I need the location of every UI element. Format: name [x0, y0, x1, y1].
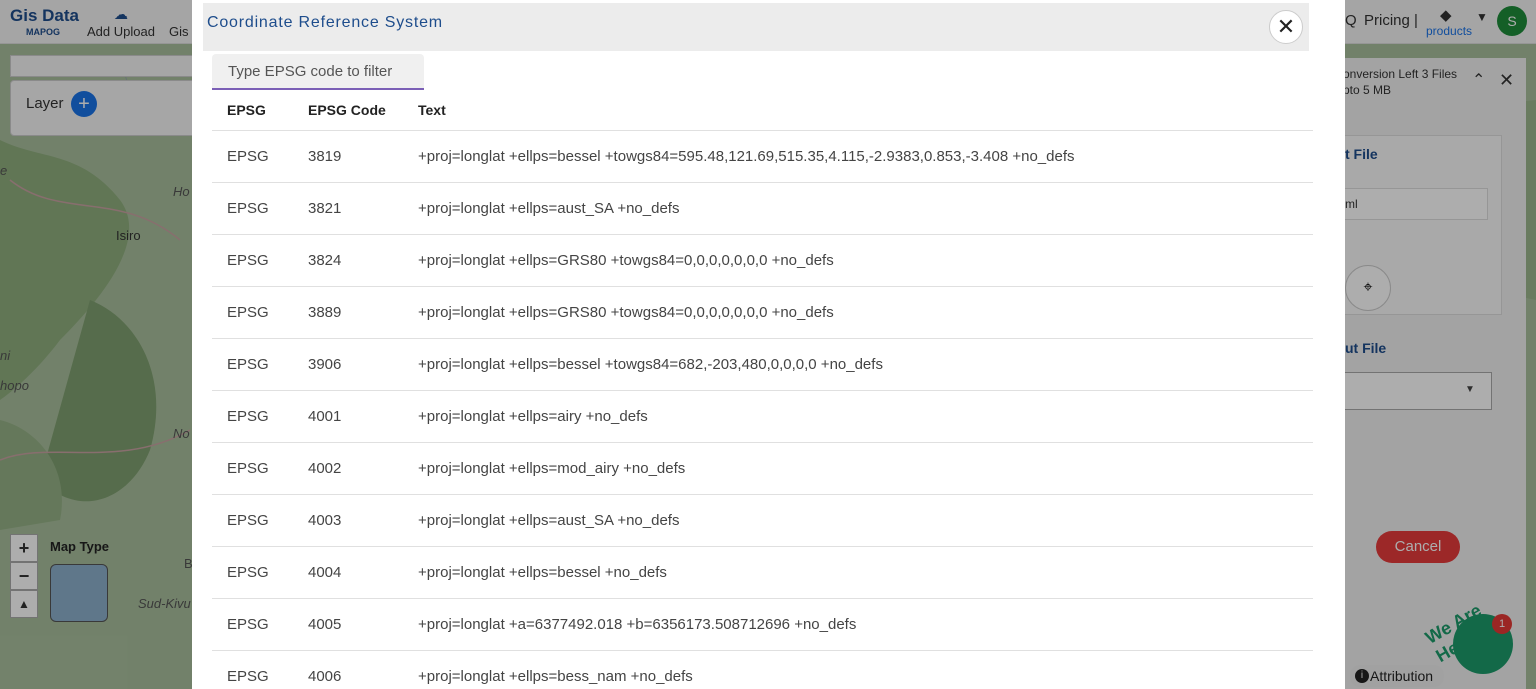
table-row[interactable]: EPSG 3824 +proj=longlat +ellps=GRS80 +towg…: [212, 234, 1313, 287]
table-row[interactable]: EPSG 4001 +proj=longlat +ellps=airy +no_de…: [212, 390, 1313, 443]
cell-epsg-code: 4004: [293, 546, 418, 599]
cell-epsg: EPSG: [212, 442, 293, 495]
cell-epsg-code: 4006: [293, 650, 418, 689]
table-row[interactable]: EPSG 4002 +proj=longlat +ellps=mod_airy +n…: [212, 442, 1313, 495]
table-row[interactable]: EPSG 3821 +proj=longlat +ellps=aust_SA +no…: [212, 182, 1313, 235]
cell-epsg-code: 3906: [293, 338, 418, 391]
modal-title: Coordinate Reference System: [207, 14, 443, 31]
table-row[interactable]: EPSG 3889 +proj=longlat +ellps=GRS80 +towg…: [212, 286, 1313, 339]
crs-table: EPSG EPSG Code Text EPSG 3819 +proj=longla…: [212, 90, 1313, 689]
cell-epsg-code: 4002: [293, 442, 418, 495]
cell-epsg-code: 3821: [293, 182, 418, 235]
table-row[interactable]: EPSG 4004 +proj=longlat +ellps=bessel +no_…: [212, 546, 1313, 599]
modal-header: Coordinate Reference System ✕: [203, 3, 1309, 51]
cell-epsg-code: 4001: [293, 390, 418, 443]
column-header-epsg-code[interactable]: EPSG Code: [293, 90, 418, 131]
cell-proj-text: +proj=longlat +ellps=bessel +towgs84=595…: [418, 130, 1313, 183]
cell-epsg: EPSG: [212, 546, 293, 599]
epsg-filter-input[interactable]: [212, 54, 424, 90]
cell-epsg: EPSG: [212, 338, 293, 391]
cell-epsg: EPSG: [212, 234, 293, 287]
table-row[interactable]: EPSG 4005 +proj=longlat +a=6377492.018 +b=…: [212, 598, 1313, 651]
cell-epsg-code: 3889: [293, 286, 418, 339]
cell-epsg: EPSG: [212, 390, 293, 443]
cell-proj-text: +proj=longlat +ellps=GRS80 +towgs84=0,0,…: [418, 234, 1313, 287]
table-row[interactable]: EPSG 3819 +proj=longlat +ellps=bessel +tow…: [212, 130, 1313, 183]
cell-proj-text: +proj=longlat +ellps=bessel +no_defs: [418, 546, 1313, 599]
cell-epsg-code: 4005: [293, 598, 418, 651]
cell-epsg: EPSG: [212, 286, 293, 339]
cell-proj-text: +proj=longlat +a=6377492.018 +b=6356173.…: [418, 598, 1313, 651]
cell-epsg-code: 3824: [293, 234, 418, 287]
cell-epsg: EPSG: [212, 494, 293, 547]
cell-epsg: EPSG: [212, 598, 293, 651]
column-header-epsg[interactable]: EPSG: [212, 90, 293, 131]
cell-proj-text: +proj=longlat +ellps=mod_airy +no_defs: [418, 442, 1313, 495]
cell-epsg: EPSG: [212, 650, 293, 689]
close-button[interactable]: ✕: [1269, 10, 1303, 44]
table-row[interactable]: EPSG 4006 +proj=longlat +ellps=bess_nam +n…: [212, 650, 1313, 689]
table-row[interactable]: EPSG 4003 +proj=longlat +ellps=aust_SA +no…: [212, 494, 1313, 547]
cell-proj-text: +proj=longlat +ellps=airy +no_defs: [418, 390, 1313, 443]
cell-proj-text: +proj=longlat +ellps=GRS80 +towgs84=0,0,…: [418, 286, 1313, 339]
cell-proj-text: +proj=longlat +ellps=bess_nam +no_defs: [418, 650, 1313, 689]
cell-epsg: EPSG: [212, 182, 293, 235]
column-header-text[interactable]: Text: [418, 90, 1313, 131]
cell-proj-text: +proj=longlat +ellps=aust_SA +no_defs: [418, 182, 1313, 235]
crs-modal: Coordinate Reference System ✕ EPSG EPSG …: [192, 0, 1345, 689]
cell-epsg-code: 3819: [293, 130, 418, 183]
cell-epsg: EPSG: [212, 130, 293, 183]
table-body: EPSG 3819 +proj=longlat +ellps=bessel +tow…: [212, 130, 1313, 689]
cell-proj-text: +proj=longlat +ellps=aust_SA +no_defs: [418, 494, 1313, 547]
table-header-row: EPSG EPSG Code Text: [212, 90, 1313, 131]
cell-proj-text: +proj=longlat +ellps=bessel +towgs84=682…: [418, 338, 1313, 391]
table-row[interactable]: EPSG 3906 +proj=longlat +ellps=bessel +tow…: [212, 338, 1313, 391]
cell-epsg-code: 4003: [293, 494, 418, 547]
